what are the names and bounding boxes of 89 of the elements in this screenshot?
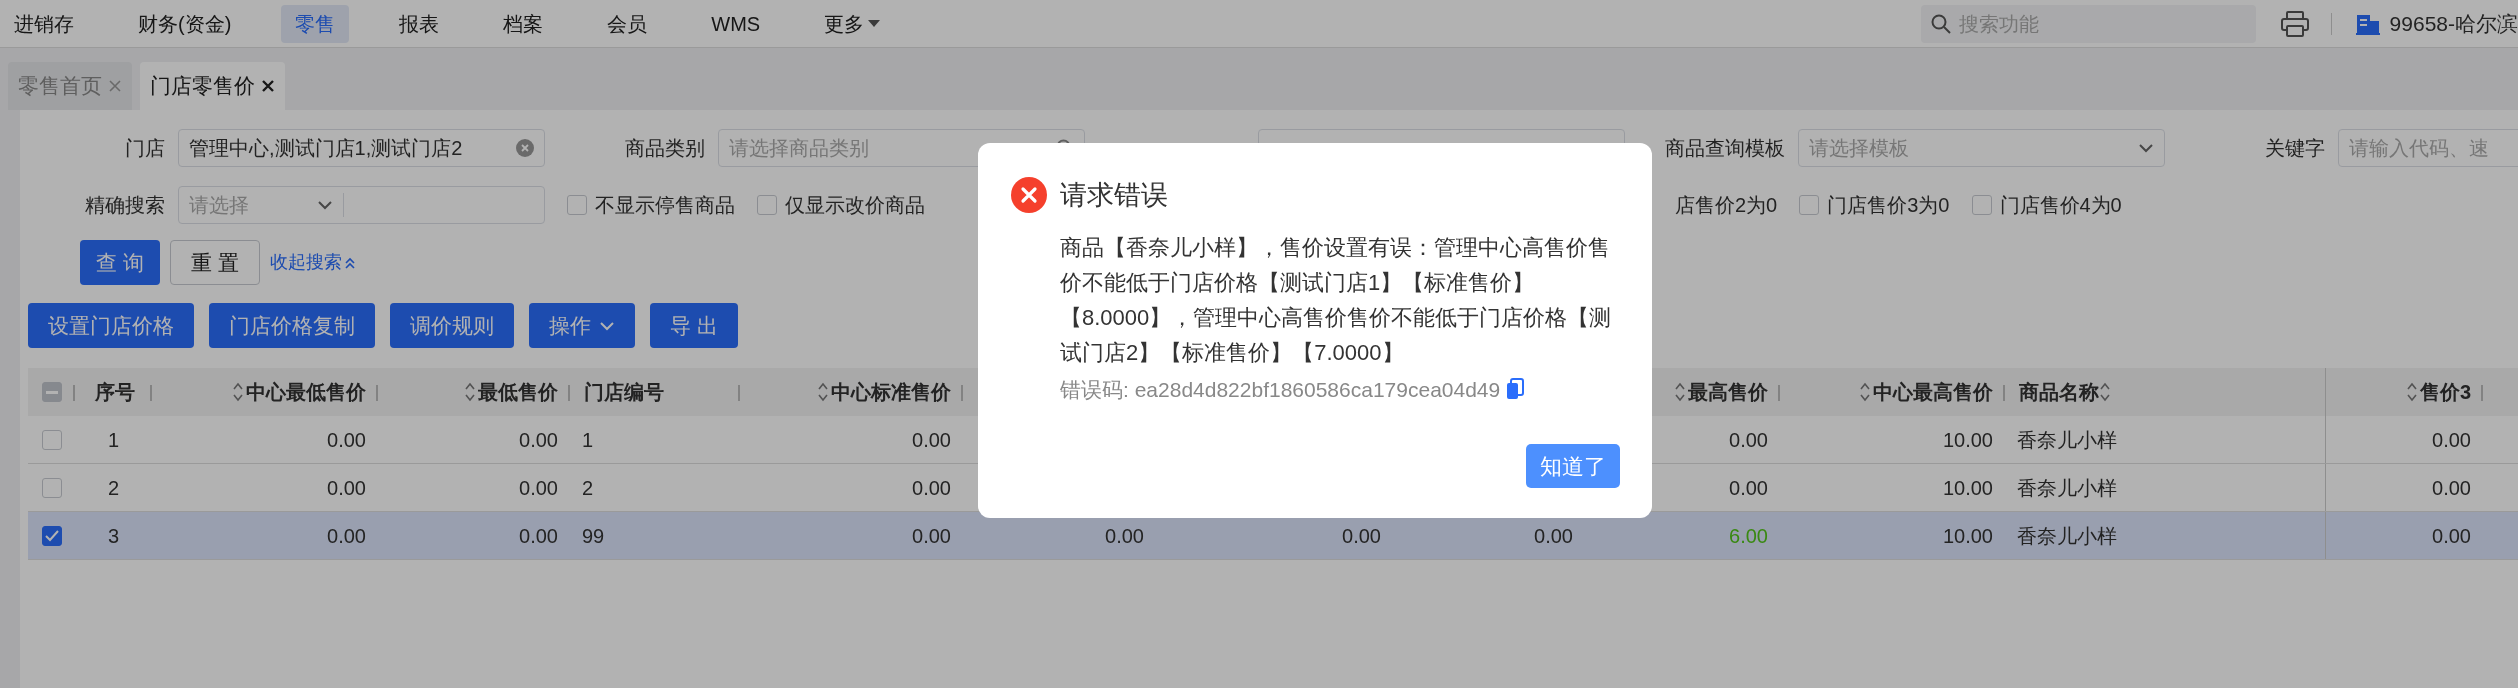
building-icon [2355,12,2380,35]
column-header[interactable]: 中心标准售价 [831,377,951,407]
checkbox-label: 门店售价3为0 [1827,193,1950,218]
dialog-title: 请求错误 [1060,179,1168,212]
copy-icon[interactable] [1506,378,1525,401]
table-cell-text: 1 [582,427,594,453]
nav-item[interactable]: 进销存 [0,4,88,43]
table-cell-text: 香奈儿小样 [2017,475,2117,501]
table-cell-text: 0.00 [912,523,951,549]
table-cell-text: 香奈儿小样 [2017,523,2117,549]
page-tab[interactable]: 门店零售价 [140,62,285,110]
column-header[interactable]: 中心最低售价 [246,377,366,407]
column-header[interactable]: 门店编号 [584,377,664,407]
column-header[interactable]: 最高售价 [1688,377,1768,407]
checkbox[interactable] [1799,195,1820,215]
row-checkbox[interactable] [41,477,62,498]
toolbar-button[interactable]: 操作 [529,303,635,348]
checkbox[interactable] [567,195,587,215]
table-cell-text: 0.00 [327,427,366,453]
table-cell-text: 0.00 [519,475,558,501]
field-label: 门店 [124,136,165,161]
chevron-down-icon [317,200,333,210]
field-label: 关键字 [2264,136,2325,161]
toolbar-button[interactable]: 调价规则 [390,303,514,348]
table-cell-text: 3 [107,523,120,549]
toolbar-button[interactable]: 导 出 [650,303,738,348]
store-name[interactable]: 99658-哈尔滨 [2389,7,2518,40]
table-cell-text: 0.00 [1534,523,1573,549]
clear-icon[interactable] [516,139,534,157]
table-cell-text: 2 [107,475,120,501]
nav-item[interactable]: 会员 [593,4,662,43]
column-header[interactable]: 商品名称 [2019,377,2099,407]
field-label: 商品类别 [624,136,705,161]
error-message: 商品【香奈儿小样】，售价设置有误：管理中心高售价售价不能低于门店价格【测试门店1】【标准售价】【8.0000】，管理中心高售价售价不能低于门店价格【测试门店2】【标准售价】【7.0000】 [1060,233,1613,367]
nav-item[interactable]: 报表 [385,4,454,43]
table-cell-text: 6.00 [1729,523,1768,549]
nav-item[interactable]: 档案 [489,4,558,43]
checkbox-label: 不显示停售商品 [595,193,735,218]
table-cell-text: 0.00 [1105,523,1144,549]
select-all-checkbox[interactable] [41,382,62,402]
reset-button[interactable]: 重 置 [169,240,260,285]
table-cell-text: 10.00 [1942,427,1993,453]
checkbox-label: 店售价2为0 [1675,193,1778,218]
toolbar-button[interactable]: 门店价格复制 [209,303,375,348]
table-cell-text: 0.00 [1729,427,1768,453]
table-cell-text: 10.00 [1942,475,1993,501]
error-icon [1010,176,1048,215]
printer-icon[interactable] [2280,10,2309,37]
nav-item[interactable]: 更多 [810,4,895,43]
table-cell-text: 0.00 [1342,523,1381,549]
column-header[interactable]: 序号 [94,377,135,407]
column-header[interactable]: 售价3 [2419,377,2471,407]
table-cell-text: 10.00 [1942,523,1993,549]
column-header[interactable]: 中心最高售价 [1873,377,1993,407]
table-cell-text: 0.00 [912,427,951,453]
table-cell-text: 0.00 [1729,475,1768,501]
checkbox[interactable] [757,195,777,215]
input-field[interactable]: 管理中心,测试门店1,测试门店2 [178,129,545,167]
nav-item[interactable]: 财务(资金) [124,4,246,43]
table-cell-text: 0.00 [327,475,366,501]
table-cell-text: 2 [582,475,594,501]
field-label: 精确搜索 [84,193,165,218]
table-cell-text: 0.00 [2432,427,2471,453]
field-label: 商品查询模板 [1664,136,1785,161]
error-code: 错误码: ea28d4d822bf1860586ca179cea04d49 [1060,376,1501,403]
table-cell-text: 0.00 [327,523,366,549]
nav-item[interactable]: WMS [697,4,775,43]
chevron-down-icon [2138,143,2154,153]
table-cell-text: 0.00 [2432,523,2471,549]
table-cell-text: 0.00 [2432,475,2471,501]
column-header[interactable]: 最低售价 [478,377,558,407]
checkbox[interactable] [1971,195,1992,215]
table-cell-text: 1 [107,427,120,453]
table-cell-text: 0.00 [519,427,558,453]
table-cell-text: 0.00 [519,523,558,549]
table-cell-text: 香奈儿小样 [2017,427,2117,453]
checkbox-label: 仅显示改价商品 [785,193,925,218]
close-icon[interactable] [261,79,275,93]
table-cell-text: 0.00 [912,475,951,501]
toolbar-button[interactable]: 设置门店价格 [28,303,194,348]
checkbox-label: 门店售价4为0 [1999,193,2122,218]
search-button[interactable]: 查 询 [80,240,160,285]
table-cell-text: 99 [582,523,605,549]
collapse-link[interactable]: 收起搜索 [269,249,356,276]
minus-icon [45,390,58,394]
row-checkbox[interactable] [41,525,62,546]
double-chevron-up-icon [343,256,356,269]
row-checkbox[interactable] [41,429,62,450]
table-row[interactable]: 3 0.00 0.00 99 0.00 0.00 0.00 0.00 6.00 10.00 香奈儿小样 0.00 [28,512,2518,560]
